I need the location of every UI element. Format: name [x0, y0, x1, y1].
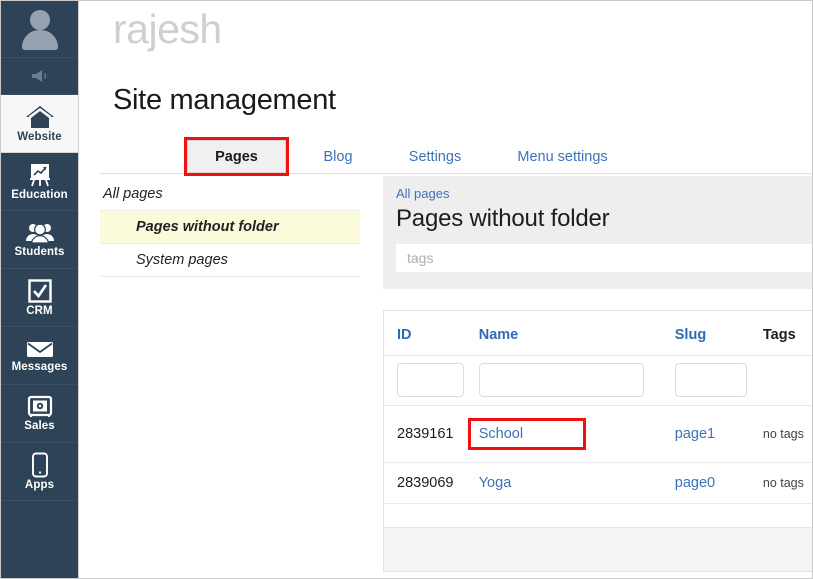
- sidebar-item-label: CRM: [26, 304, 53, 317]
- table-row[interactable]: 2839161 School page1 no tags: [384, 405, 812, 463]
- avatar[interactable]: [1, 1, 78, 58]
- tab-label: Settings: [408, 148, 462, 165]
- main-content: rajesh Site management Pages Blog Settin…: [80, 1, 812, 578]
- page-slug-link[interactable]: page1: [675, 426, 715, 442]
- table-footer: [384, 527, 812, 571]
- sidebar-item-label: Sales: [24, 419, 55, 432]
- cell-slug: page1: [674, 405, 763, 463]
- table-header-row: ID Name Slug Tags: [384, 311, 812, 356]
- sidebar-item-sales[interactable]: Sales: [1, 385, 78, 443]
- sidebar-item-label: Apps: [24, 478, 55, 491]
- cell-id: 2839069: [384, 462, 479, 504]
- pages-table: ID Name Slug Tags 2839161 School page1 n…: [384, 311, 812, 504]
- site-management-app: Website Education Students CRM Messages …: [0, 0, 813, 579]
- safe-icon: [27, 395, 53, 419]
- tab-bar: Pages Blog Settings Menu settings: [100, 137, 812, 176]
- column-header-id[interactable]: ID: [384, 311, 479, 356]
- sidebar-item-education[interactable]: Education: [1, 153, 78, 211]
- column-header-name[interactable]: Name: [478, 311, 675, 356]
- sidebar-item-label: Students: [14, 245, 65, 258]
- checkbox-icon: [27, 278, 53, 304]
- column-header-tags: Tags: [762, 311, 812, 356]
- main-sidebar: Website Education Students CRM Messages …: [1, 1, 79, 578]
- easel-chart-icon: [26, 162, 54, 188]
- tree-item-all-pages[interactable]: All pages: [100, 178, 360, 211]
- content-title: Pages without folder: [396, 204, 610, 232]
- sidebar-item-label: Education: [11, 188, 68, 201]
- cell-id: 2839161: [384, 405, 479, 463]
- tab-label: Blog: [323, 148, 353, 165]
- tree-item-pages-without-folder[interactable]: Pages without folder: [100, 211, 360, 244]
- pages-table-card: ID Name Slug Tags 2839161 School page1 n…: [383, 310, 812, 572]
- people-icon: [25, 221, 55, 245]
- tab-label: Pages: [215, 148, 258, 165]
- tab-settings[interactable]: Settings: [390, 140, 480, 173]
- tree-item-label: Pages without folder: [136, 219, 279, 235]
- page-slug-link[interactable]: page0: [675, 475, 715, 491]
- pages-content-panel: All pages Pages without folder ID Name S…: [383, 176, 812, 578]
- sidebar-item-messages[interactable]: Messages: [1, 327, 78, 385]
- home-icon: [25, 104, 55, 130]
- page-tree-panel: All pages Pages without folder System pa…: [100, 178, 360, 578]
- sidebar-item-label: Website: [17, 130, 62, 143]
- tab-label: Menu settings: [517, 148, 608, 165]
- sidebar-item-website[interactable]: Website: [1, 95, 78, 153]
- tab-blog[interactable]: Blog: [308, 140, 368, 173]
- breadcrumb[interactable]: All pages: [396, 186, 812, 203]
- table-filter-row: [384, 355, 812, 406]
- tags-filter-input[interactable]: [396, 243, 812, 272]
- sidebar-item-crm[interactable]: CRM: [1, 269, 78, 327]
- sidebar-item-apps[interactable]: Apps: [1, 443, 78, 501]
- slug-filter-input[interactable]: [674, 363, 747, 397]
- name-filter-input[interactable]: [478, 363, 644, 397]
- announcements-button[interactable]: [1, 58, 78, 95]
- tree-item-label: All pages: [103, 186, 163, 202]
- user-avatar-icon: [20, 8, 60, 50]
- phone-icon: [31, 452, 49, 478]
- cell-slug: page0: [674, 462, 763, 504]
- cell-name: School: [467, 405, 675, 463]
- table-row[interactable]: 2839069 Yoga page0 no tags: [384, 462, 812, 504]
- page-title: Site management: [113, 84, 336, 116]
- page-name-link-highlighted: School: [467, 418, 587, 450]
- tab-pages[interactable]: Pages: [184, 137, 289, 176]
- content-header: All pages Pages without folder: [383, 176, 812, 289]
- tab-menu-settings[interactable]: Menu settings: [500, 140, 625, 173]
- megaphone-icon: [31, 70, 46, 82]
- tree-item-system-pages[interactable]: System pages: [100, 244, 360, 277]
- id-filter-input[interactable]: [397, 363, 464, 397]
- cell-tags: no tags: [762, 405, 812, 463]
- cell-name: Yoga: [478, 462, 675, 504]
- sidebar-item-students[interactable]: Students: [1, 211, 78, 269]
- page-name-link[interactable]: Yoga: [479, 475, 512, 491]
- sidebar-item-label: Messages: [11, 360, 68, 373]
- page-name-link[interactable]: School: [479, 426, 523, 442]
- cell-tags: no tags: [762, 462, 812, 504]
- tree-item-label: System pages: [136, 252, 228, 268]
- column-header-slug[interactable]: Slug: [674, 311, 763, 356]
- brand-name: rajesh: [113, 6, 222, 52]
- envelope-icon: [25, 338, 55, 360]
